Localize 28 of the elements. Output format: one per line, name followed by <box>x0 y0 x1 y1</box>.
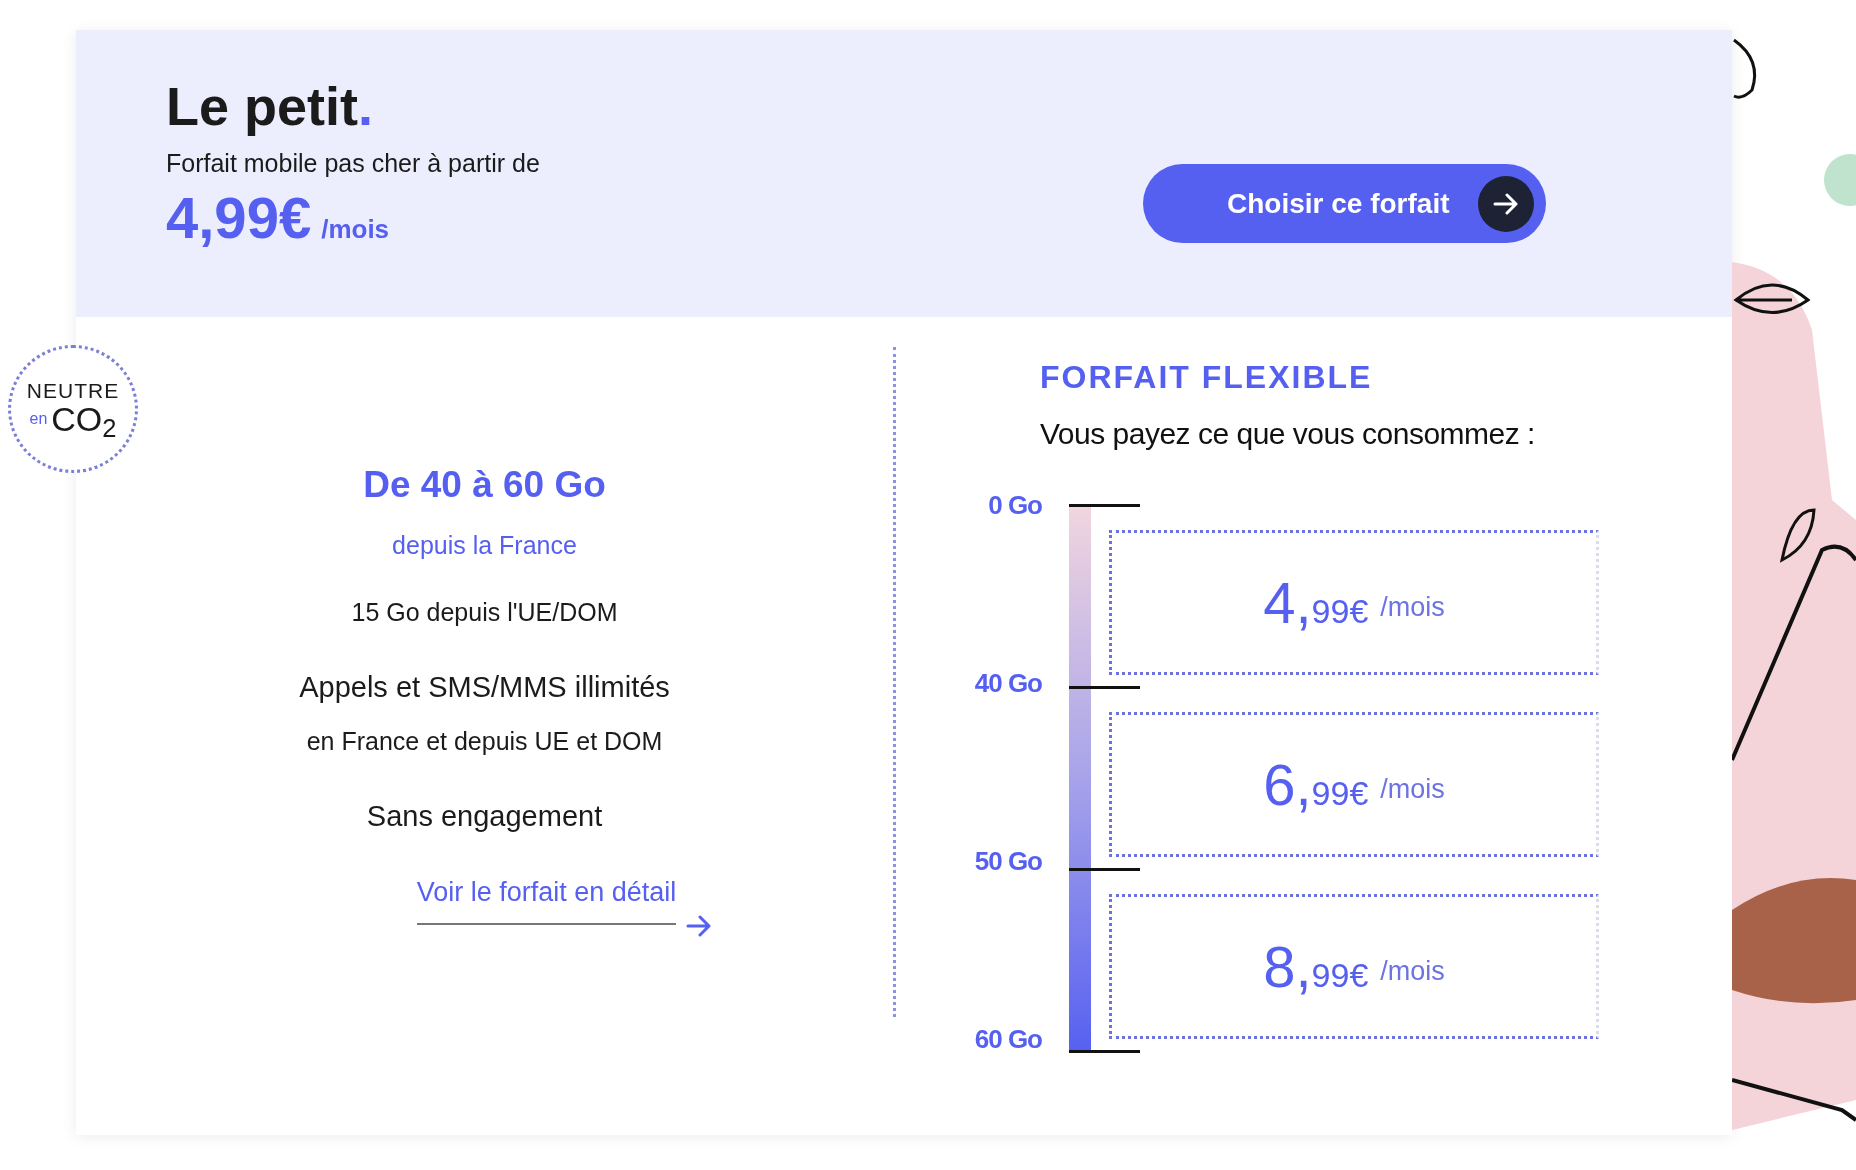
choose-plan-button[interactable]: Choisir ce forfait <box>1143 164 1546 243</box>
section-title: FORFAIT FLEXIBLE <box>1040 358 1374 397</box>
scale-label: 60 Go <box>974 1026 1042 1052</box>
price-period: /mois <box>321 213 390 247</box>
detail-link[interactable]: Voir le forfait en détail <box>416 872 677 925</box>
feature-text: 15 Go depuis l'UE/DOM <box>351 597 618 628</box>
scale-label: 0 Go <box>988 492 1042 518</box>
arrow-icon <box>686 914 713 937</box>
plan-subtitle: Forfait mobile pas cher à partir de <box>166 147 540 179</box>
feature-text: en France et depuis UE et DOM <box>306 726 663 757</box>
badge-formula: CO$_{2}$ <box>51 400 117 439</box>
scale-label: 40 Go <box>974 670 1042 696</box>
plan-title: Le petit. <box>166 75 375 138</box>
feature-title: Sans engagement <box>366 798 603 834</box>
section-subtitle: Vous payez ce que vous consommez : <box>1040 416 1536 452</box>
plan-price: 4,99€ <box>166 186 312 251</box>
badge-text: NEUTRE <box>26 379 120 401</box>
data-headline: De 40 à 60 Go <box>363 463 606 507</box>
tier-price: 6,99€ <box>1263 751 1369 819</box>
scale-label: 50 Go <box>974 848 1042 874</box>
tier-price: 4,99€ <box>1263 569 1369 637</box>
feature-title: Appels et SMS/MMS illimités <box>299 669 670 705</box>
badge-text: en <box>29 409 48 430</box>
price-period: /mois <box>1380 591 1445 625</box>
price-period: /mois <box>1380 773 1445 807</box>
feature-note: depuis la France <box>392 529 577 561</box>
tier-price: 8,99€ <box>1263 933 1369 1001</box>
price-period: /mois <box>1380 955 1445 989</box>
